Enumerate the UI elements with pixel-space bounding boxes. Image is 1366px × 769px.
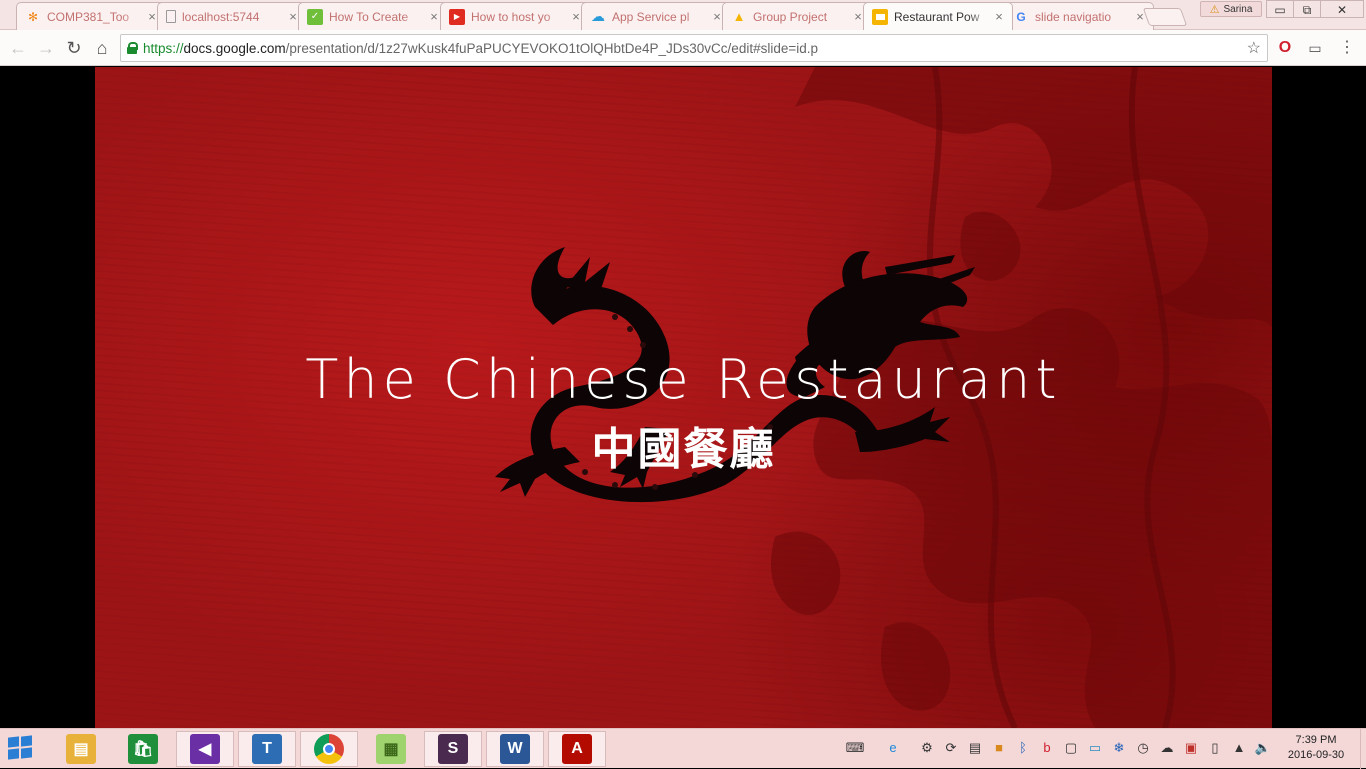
forward-button[interactable]: → xyxy=(34,36,58,60)
taskbar-app-word[interactable]: W xyxy=(486,731,544,767)
clock-tray-icon[interactable]: ◷ xyxy=(1134,739,1152,757)
youtube-icon: ▶ xyxy=(449,8,465,25)
windows-taskbar: ▤ 🛍 ◀ T ▦ S W A ⌨ e ⚙ ⟳ ▤ ■ ᛒ b ▢ ▭ ❄ ◷ … xyxy=(0,728,1366,769)
taskbar-app-acrobat[interactable]: A xyxy=(548,731,606,767)
file-explorer-icon: ▤ xyxy=(66,734,96,764)
page-icon xyxy=(166,10,176,23)
slack-icon: S xyxy=(438,734,468,764)
slide-canvas[interactable]: The Chinese Restaurant 中國餐廳 xyxy=(95,67,1272,728)
address-bar[interactable]: https:// docs.google.com /presentation/d… xyxy=(120,34,1268,62)
wifi-signal-icon[interactable]: ▲ xyxy=(1230,739,1248,757)
browser-toolbar: ← → ↻ ⌂ https:// docs.google.com /presen… xyxy=(0,30,1366,66)
home-button[interactable]: ⌂ xyxy=(90,36,114,60)
url-host: docs.google.com xyxy=(183,40,286,56)
google-slides-icon xyxy=(872,8,888,25)
close-icon[interactable]: × xyxy=(992,9,1006,24)
minimize-button[interactable]: ▭ xyxy=(1266,0,1294,18)
editor-icon: T xyxy=(252,734,282,764)
onedrive-icon[interactable]: ☁ xyxy=(1158,739,1176,757)
bluetooth-icon[interactable]: ᛒ xyxy=(1014,739,1032,757)
taskbar-app-sticky-notes[interactable]: ▦ xyxy=(362,731,420,767)
tab-title: How to host yo xyxy=(471,9,551,24)
close-window-button[interactable]: ✕ xyxy=(1320,0,1364,18)
tab-title: localhost:5744 xyxy=(182,9,260,24)
cast-icon[interactable]: ▭ xyxy=(1304,37,1326,59)
show-desktop-button[interactable] xyxy=(1360,729,1366,769)
system-clock[interactable]: 7:39 PM 2016-09-30 xyxy=(1284,733,1348,763)
tab-title: App Service pl xyxy=(612,9,690,24)
taskbar-app-chrome[interactable] xyxy=(300,731,358,767)
monitor-icon[interactable]: ▭ xyxy=(1086,739,1104,757)
taskbar-app-store[interactable]: 🛍 xyxy=(114,731,172,767)
sticky-notes-icon: ▦ xyxy=(376,734,406,764)
app-icon: ✻ xyxy=(27,9,39,24)
clock-date: 2016-09-30 xyxy=(1287,749,1345,761)
google-drive-icon: ▲ xyxy=(732,9,746,24)
beats-audio-icon[interactable]: b xyxy=(1038,739,1056,757)
tab-title: Group Project xyxy=(753,9,828,24)
new-tab-button[interactable] xyxy=(1142,8,1188,26)
close-icon[interactable]: × xyxy=(427,9,441,24)
taskbar-app-file-explorer[interactable]: ▤ xyxy=(52,731,110,767)
sync-icon[interactable]: ⟳ xyxy=(942,739,960,757)
acrobat-icon: A xyxy=(562,734,592,764)
tab-group-project[interactable]: ▲ Group Project × xyxy=(722,2,872,30)
tab-title: Restaurant Pow xyxy=(894,9,980,24)
site-icon: ✓ xyxy=(307,8,323,25)
tab-localhost[interactable]: localhost:5744 × xyxy=(157,2,307,30)
tab-comp381[interactable]: ✻ COMP381_Too × xyxy=(16,2,166,30)
url-scheme: https:// xyxy=(143,40,184,56)
taskbar-app-visual-studio[interactable]: ◀ xyxy=(176,731,234,767)
tab-restaurant-pow[interactable]: Restaurant Pow × xyxy=(863,2,1013,30)
app-tray-icon[interactable]: ■ xyxy=(990,739,1008,757)
taskbar-app-editor[interactable]: T xyxy=(238,731,296,767)
browser-tab-strip: ✻ COMP381_Too × localhost:5744 × ✓ How T… xyxy=(0,0,1366,30)
visual-studio-icon: ◀ xyxy=(190,734,220,764)
slide-subtitle: 中國餐廳 xyxy=(591,424,776,475)
red-app-icon[interactable]: ▣ xyxy=(1182,739,1200,757)
start-button[interactable] xyxy=(8,735,34,761)
ie-update-icon[interactable]: e xyxy=(884,739,902,757)
document-icon[interactable]: ▤ xyxy=(966,739,984,757)
settings-gear-icon[interactable]: ⚙ xyxy=(918,739,936,757)
presentation-stage: The Chinese Restaurant 中國餐廳 xyxy=(0,67,1366,728)
profile-button[interactable]: ⚠ Sarina xyxy=(1200,1,1262,17)
phone-icon[interactable]: ▯ xyxy=(1206,739,1224,757)
profile-name: Sarina xyxy=(1223,3,1253,15)
volume-icon[interactable]: 🔈 xyxy=(1254,739,1272,757)
tab-how-to-create[interactable]: ✓ How To Create × xyxy=(298,2,448,30)
tab-title: COMP381_Too xyxy=(47,9,130,24)
keyboard-icon[interactable]: ⌨ xyxy=(840,739,870,757)
tab-title: How To Create xyxy=(329,9,409,24)
chrome-icon xyxy=(314,734,344,764)
tab-how-to-host[interactable]: ▶ How to host yo × xyxy=(440,2,590,30)
url-path: /presentation/d/1z27wKusk4fuPaPUCYEVOKO1… xyxy=(285,40,818,56)
menu-icon[interactable]: ⋮ xyxy=(1336,37,1358,59)
warning-icon: ⚠ xyxy=(1209,3,1220,16)
google-icon: G xyxy=(1016,9,1026,24)
tab-title: slide navigatio xyxy=(1035,9,1112,24)
back-button[interactable]: ← xyxy=(6,36,30,60)
store-icon: 🛍 xyxy=(128,734,158,764)
bookmark-star-icon[interactable]: ☆ xyxy=(1247,38,1261,58)
lock-icon xyxy=(127,42,138,54)
azure-icon: ☁ xyxy=(591,8,605,24)
reload-button[interactable]: ↻ xyxy=(62,36,86,60)
tab-slide-navigation[interactable]: G slide navigatio × xyxy=(1004,2,1154,30)
opera-extension-icon[interactable]: O xyxy=(1274,37,1296,59)
word-icon: W xyxy=(500,734,530,764)
clock-time: 7:39 PM xyxy=(1295,734,1337,746)
snowflake-icon[interactable]: ❄ xyxy=(1110,739,1128,757)
restore-button[interactable]: ⧉ xyxy=(1293,0,1321,18)
device-icon[interactable]: ▢ xyxy=(1062,739,1080,757)
tab-app-service[interactable]: ☁ App Service pl × xyxy=(581,2,731,30)
slide-title: The Chinese Restaurant xyxy=(305,348,1062,411)
taskbar-app-slack[interactable]: S xyxy=(424,731,482,767)
